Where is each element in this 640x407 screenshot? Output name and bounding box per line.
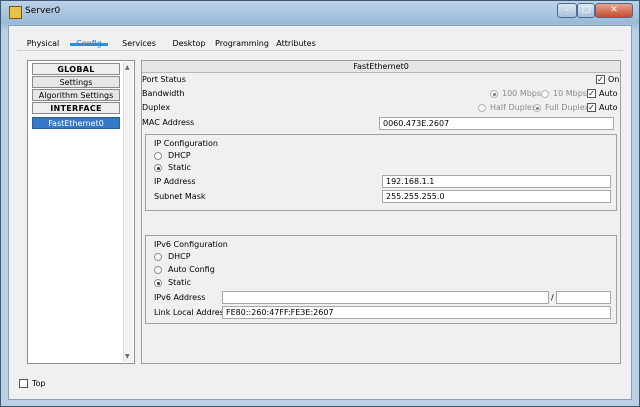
duplex-auto-checkbox[interactable]: ✓ xyxy=(587,103,596,112)
ip-dhcp-label: DHCP xyxy=(168,151,191,160)
top-checkbox[interactable] xyxy=(19,379,28,388)
maximize-button[interactable]: □ xyxy=(577,3,595,18)
window-title: Server0 xyxy=(25,6,61,16)
duplex-label: Duplex xyxy=(142,103,171,112)
port-status-label: Port Status xyxy=(142,75,186,84)
full-duplex-label: Full Duplex xyxy=(545,103,590,112)
ipv6-address-label: IPv6 Address xyxy=(154,293,206,302)
panel-title: FastEthernet0 xyxy=(142,61,620,73)
window: Server0 – □ ✕ Physical Config Services D… xyxy=(0,0,640,407)
scroll-down-icon[interactable]: ▼ xyxy=(125,353,130,360)
half-duplex-label: Half Duplex xyxy=(490,103,537,112)
close-button[interactable]: ✕ xyxy=(595,3,633,18)
ipv6-static-radio[interactable] xyxy=(154,279,162,287)
active-tab-indicator xyxy=(70,43,108,46)
bandwidth-auto-checkbox[interactable]: ✓ xyxy=(587,89,596,98)
mac-address-label: MAC Address xyxy=(142,118,195,127)
full-duplex-radio[interactable] xyxy=(533,104,541,112)
bandwidth-100-radio[interactable] xyxy=(490,90,498,98)
tab-divider xyxy=(17,50,623,51)
port-status-checkbox[interactable]: ✓ xyxy=(596,75,605,84)
ipv6-static-label: Static xyxy=(168,278,191,287)
sidebar-item-fastethernet0[interactable]: FastEthernet0 xyxy=(32,117,120,129)
bandwidth-100-label: 100 Mbps xyxy=(502,89,542,98)
sidebar-scrollbar[interactable]: ▲ ▼ xyxy=(123,62,133,362)
link-local-address-field[interactable]: FE80::260:47FF:FE3E:2607 xyxy=(222,306,611,319)
minimize-button[interactable]: – xyxy=(557,3,577,18)
port-status-on-label: On xyxy=(608,75,620,84)
duplex-auto-label: Auto xyxy=(599,103,618,112)
link-local-address-label: Link Local Address: xyxy=(154,308,231,317)
ip-dhcp-radio[interactable] xyxy=(154,152,162,160)
ipv6-address-field[interactable] xyxy=(222,291,549,304)
sidebar-item-settings[interactable]: Settings xyxy=(32,76,120,88)
half-duplex-radio[interactable] xyxy=(478,104,486,112)
ip-address-field[interactable]: 192.168.1.1 xyxy=(382,175,611,188)
mac-address-field[interactable]: 0060.473E.2607 xyxy=(379,117,614,130)
ip-static-radio[interactable] xyxy=(154,164,162,172)
top-label: Top xyxy=(32,379,46,388)
ipv6-config-title: IPv6 Configuration xyxy=(154,240,228,249)
bandwidth-10-radio[interactable] xyxy=(541,90,549,98)
client-area: Physical Config Services Desktop Program… xyxy=(8,25,632,400)
sidebar-header-global: GLOBAL xyxy=(32,63,120,75)
ipv6-prefix-slash: / xyxy=(551,293,554,302)
ipv6-dhcp-label: DHCP xyxy=(168,252,191,261)
ipv6-auto-config-label: Auto Config xyxy=(168,265,215,274)
subnet-mask-label: Subnet Mask xyxy=(154,192,206,201)
ip-config-title: IP Configuration xyxy=(154,139,218,148)
ip-configuration-group: IP Configuration DHCP Static IP Address … xyxy=(145,134,617,211)
ip-static-label: Static xyxy=(168,163,191,172)
ip-address-label: IP Address xyxy=(154,177,196,186)
ipv6-auto-config-radio[interactable] xyxy=(154,266,162,274)
ipv6-prefix-field[interactable] xyxy=(556,291,611,304)
sidebar-header-interface: INTERFACE xyxy=(32,102,120,114)
sidebar: GLOBAL Settings Algorithm Settings INTER… xyxy=(27,60,135,364)
interface-panel: FastEthernet0 Port Status ✓ On Bandwidth… xyxy=(141,60,621,364)
bandwidth-10-label: 10 Mbps xyxy=(553,89,587,98)
bandwidth-auto-label: Auto xyxy=(599,89,618,98)
sidebar-item-algorithm-settings[interactable]: Algorithm Settings xyxy=(32,89,120,101)
title-bar: Server0 – □ ✕ xyxy=(1,1,639,23)
ipv6-configuration-group: IPv6 Configuration DHCP Auto Config Stat… xyxy=(145,235,617,324)
subnet-mask-field[interactable]: 255.255.255.0 xyxy=(382,190,611,203)
bandwidth-label: Bandwidth xyxy=(142,89,185,98)
scroll-up-icon[interactable]: ▲ xyxy=(125,64,130,71)
ipv6-dhcp-radio[interactable] xyxy=(154,253,162,261)
app-icon xyxy=(9,6,22,19)
